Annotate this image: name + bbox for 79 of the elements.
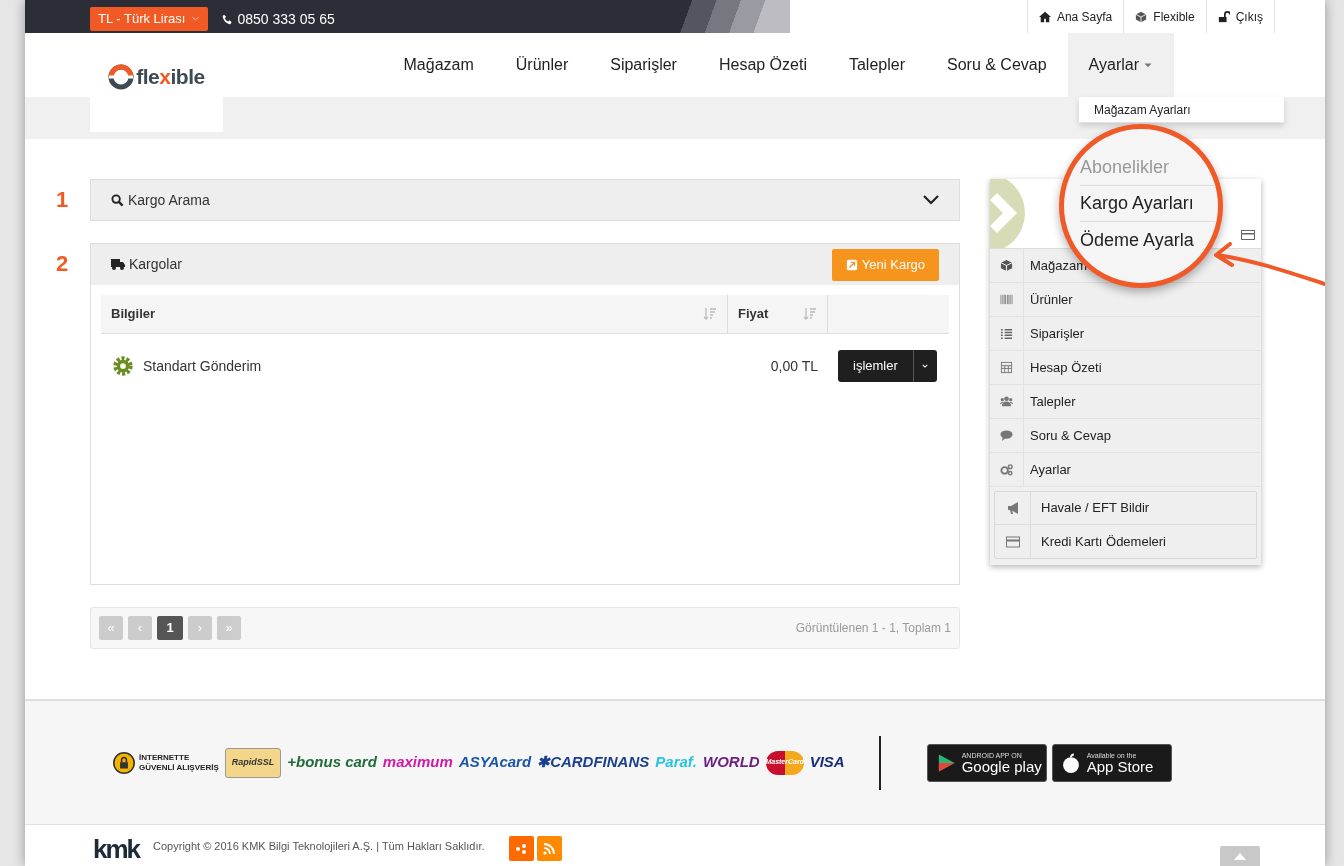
up-arrow-icon xyxy=(1234,852,1246,860)
caret-down-icon xyxy=(191,14,201,23)
cargo-name: Standart Gönderim xyxy=(143,356,262,376)
padlock-icon xyxy=(113,751,135,774)
search-panel[interactable]: Kargo Arama xyxy=(90,179,960,221)
badge-title: Google play xyxy=(961,758,1042,774)
nav-item[interactable]: Ayarlar xyxy=(1067,33,1174,97)
unlock-icon xyxy=(1217,10,1230,23)
speech-bubble-icon xyxy=(1000,429,1013,442)
payment-logo: WORLD xyxy=(703,752,760,773)
payment-logo: +bonus card xyxy=(287,752,377,773)
nav-item[interactable]: Ürünler xyxy=(494,33,590,97)
gear-icon xyxy=(113,356,133,376)
truck-icon xyxy=(111,259,125,270)
share-icon xyxy=(515,842,528,855)
secure-shopping-logo: İNTERNETTE GÜVENLİ ALIŞVERİŞ xyxy=(139,752,219,773)
sidebar-item[interactable]: Siparişler xyxy=(990,317,1261,351)
sort-icon xyxy=(703,307,717,321)
sidebar-item[interactable]: Havale / EFT Bildir xyxy=(995,492,1256,525)
rss-button[interactable] xyxy=(536,836,562,861)
payment-logo: VISA xyxy=(809,752,845,773)
nav-item[interactable]: Soru & Cevap xyxy=(926,33,1068,97)
barcode-icon xyxy=(1000,293,1013,306)
nav-item[interactable]: Mağazam xyxy=(382,33,495,97)
panel-title: Kargo Arama xyxy=(128,190,210,210)
sidebar-item[interactable]: Ürünler xyxy=(990,283,1261,317)
actions-dropdown-button[interactable] xyxy=(912,350,937,382)
rss-icon xyxy=(543,842,556,855)
payment-logo: Paraf. xyxy=(655,752,697,773)
sort-icon xyxy=(803,307,817,321)
sidebar-item[interactable]: Kredi Kartı Ödemeleri xyxy=(995,525,1256,558)
pagination-summary: Görüntülenen 1 - 1, Toplam 1 xyxy=(795,620,951,637)
step-number: 1 xyxy=(56,186,69,214)
users-icon xyxy=(1000,395,1013,408)
sidebar-item[interactable]: Ayarlar xyxy=(990,453,1261,487)
top-link[interactable]: Çıkış xyxy=(1205,0,1275,33)
search-icon xyxy=(111,193,124,207)
gears-icon xyxy=(1000,463,1013,476)
column-header[interactable]: Fiyat xyxy=(728,295,828,333)
cube-icon xyxy=(1000,259,1013,272)
step-number: 2 xyxy=(56,250,69,278)
calculator-icon xyxy=(1000,361,1013,374)
price-cell-text: 0,00 TL xyxy=(769,356,819,376)
phone-number: 0850 333 05 65 xyxy=(237,10,335,29)
payment-logo: ✱CARDFINANS xyxy=(537,752,650,773)
panel-title: Kargolar xyxy=(129,255,182,274)
scroll-top-button[interactable] xyxy=(1220,846,1260,866)
share-button[interactable] xyxy=(508,836,534,861)
nav-item[interactable]: Siparişler xyxy=(589,33,698,97)
sidebar-item[interactable]: Hesap Özeti xyxy=(990,351,1261,385)
payment-logo: ASYAcard xyxy=(458,752,532,773)
menu-item[interactable]: Ödeme Ayarla xyxy=(1080,222,1218,258)
credit-card-icon xyxy=(1005,534,1020,549)
dropdown-item[interactable]: Mağazam Ayarları xyxy=(1079,97,1284,123)
rapidssl-logo: RapidSSL xyxy=(224,747,282,778)
sidebar-item[interactable]: Soru & Cevap xyxy=(990,419,1261,453)
badge-title: App Store xyxy=(1086,758,1154,774)
chevron-down-icon[interactable] xyxy=(923,195,939,205)
apple-icon xyxy=(1060,752,1081,773)
home-icon xyxy=(1038,10,1051,23)
card-icon xyxy=(1241,230,1255,240)
column-header[interactable]: Bilgiler xyxy=(101,295,728,333)
nav-item[interactable]: Talepler xyxy=(827,33,926,97)
logo-ring-icon xyxy=(108,63,135,90)
cube-icon xyxy=(1135,10,1148,23)
payment-logo: maximum xyxy=(382,752,453,773)
phone-icon xyxy=(222,14,234,25)
kmk-logo: kmk xyxy=(93,836,140,862)
page-button[interactable]: 1 xyxy=(157,616,183,640)
list-icon xyxy=(1000,327,1013,340)
megaphone-icon xyxy=(1005,501,1020,515)
copyright-text: Copyright © 2016 KMK Bilgi Teknolojileri A.Ş. | Tüm Hakları Saklıdır. xyxy=(153,839,485,854)
nav-item[interactable]: Hesap Özeti xyxy=(697,33,828,97)
actions-button[interactable]: işlemler xyxy=(838,350,913,382)
edit-icon xyxy=(845,258,858,271)
menu-item[interactable]: Kargo Ayarları xyxy=(1080,186,1218,222)
logo-text: flexible xyxy=(136,63,205,90)
sidebar-item[interactable]: Talepler xyxy=(990,385,1261,419)
caret-down-icon xyxy=(921,362,930,370)
